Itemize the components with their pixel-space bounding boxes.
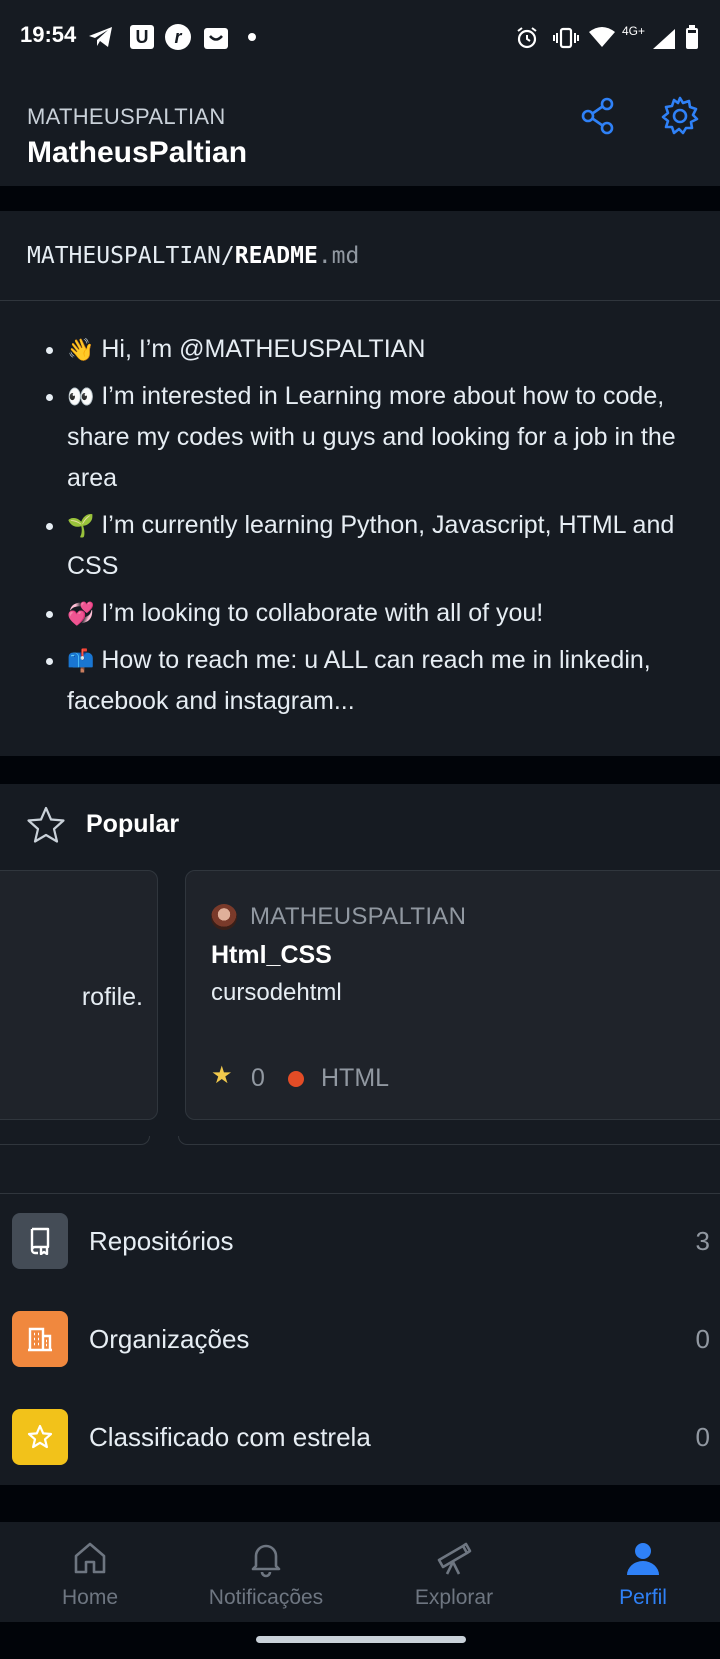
wifi-icon bbox=[589, 27, 615, 47]
repo-name: Html_CSS bbox=[211, 941, 332, 969]
bottom-navigation: Home Notificações Explorar Perfil bbox=[0, 1522, 720, 1622]
readme-item: 👀 I’m interested in Learning more about … bbox=[67, 376, 720, 499]
nav-label: Perfil bbox=[619, 1586, 667, 1609]
readme-panel: MATHEUSPALTIAN/README.md 👋 Hi, I’m @MATH… bbox=[0, 211, 720, 756]
readme-title[interactable]: MATHEUSPALTIAN/README.md bbox=[27, 243, 359, 269]
bell-icon bbox=[251, 1544, 281, 1578]
repo-card-previous[interactable]: rofile. bbox=[0, 870, 158, 1120]
repo-icon bbox=[12, 1213, 68, 1269]
network-type: 4G+ bbox=[622, 24, 646, 38]
nav-notifications[interactable]: Notificações bbox=[176, 1522, 356, 1622]
menu-item-count: 0 bbox=[695, 1422, 710, 1452]
readme-item: 📫 How to reach me: u ALL can reach me in… bbox=[67, 640, 720, 722]
nav-home[interactable]: Home bbox=[0, 1522, 180, 1622]
readme-item: 👋 Hi, I’m @MATHEUSPALTIAN bbox=[67, 329, 720, 370]
hearts-emoji: 💞️ bbox=[67, 601, 95, 626]
readme-ext: .md bbox=[317, 243, 360, 269]
menu-item-repositories[interactable]: Repositórios 3 bbox=[0, 1193, 720, 1291]
mailbox-emoji: 📫 bbox=[67, 648, 95, 673]
menu-item-label: Organizações bbox=[89, 1324, 250, 1354]
avatar bbox=[211, 904, 237, 930]
repo-description: rofile. bbox=[81, 983, 143, 1011]
menu-item-starred[interactable]: Classificado com estrela 0 bbox=[0, 1389, 720, 1487]
settings-button[interactable] bbox=[658, 94, 702, 138]
menu-item-label: Repositórios bbox=[89, 1226, 234, 1256]
language-color-dot bbox=[288, 1071, 304, 1087]
star-outline-icon bbox=[27, 806, 65, 843]
star-filled-icon: ★ bbox=[211, 1062, 233, 1089]
wave-emoji: 👋 bbox=[67, 337, 95, 362]
profile-header: MATHEUSPALTIAN MatheusPaltian bbox=[0, 76, 720, 186]
readme-item: 💞️ I’m looking to collaborate with all o… bbox=[67, 593, 720, 634]
readme-file: README bbox=[234, 243, 318, 269]
profile-menu: Repositórios 3 Organizações 0 Classifica… bbox=[0, 1193, 720, 1485]
readme-list: 👋 Hi, I’m @MATHEUSPALTIAN 👀 I’m interest… bbox=[40, 329, 720, 728]
repo-description: cursodehtml bbox=[211, 979, 342, 1006]
readme-owner: MATHEUSPALTIAN/ bbox=[27, 243, 235, 269]
home-icon bbox=[74, 1542, 106, 1574]
profile-name: MatheusPaltian bbox=[27, 136, 248, 169]
signal-icon bbox=[653, 29, 675, 49]
nav-label: Home bbox=[61, 1586, 119, 1609]
gear-icon bbox=[661, 96, 699, 135]
menu-item-organizations[interactable]: Organizações 0 bbox=[0, 1291, 720, 1389]
smile-bag-icon bbox=[204, 28, 228, 49]
menu-item-count: 3 bbox=[695, 1226, 710, 1256]
repo-card[interactable]: MATHEUSPALTIAN Html_CSS cursodehtml ★ 0 … bbox=[185, 870, 720, 1120]
more-notifications-dot bbox=[248, 33, 256, 41]
nav-profile[interactable]: Perfil bbox=[553, 1522, 720, 1622]
readme-item-text: I’m interested in Learning more about ho… bbox=[67, 382, 676, 492]
card-stack-shadow bbox=[178, 1136, 720, 1145]
u-app-icon: U bbox=[130, 25, 154, 49]
telescope-icon bbox=[437, 1542, 472, 1575]
repo-owner: MATHEUSPALTIAN bbox=[250, 903, 467, 930]
nav-label: Notificações bbox=[208, 1586, 324, 1609]
star-icon bbox=[12, 1409, 68, 1465]
telegram-icon bbox=[89, 27, 112, 47]
person-icon bbox=[627, 1543, 659, 1575]
readme-item-text: How to reach me: u ALL can reach me in l… bbox=[67, 646, 651, 715]
nav-explore[interactable]: Explorar bbox=[364, 1522, 544, 1622]
repo-language: HTML bbox=[321, 1064, 390, 1092]
profile-login: MATHEUSPALTIAN bbox=[27, 104, 226, 129]
readme-item-text: I’m currently learning Python, Javascrip… bbox=[67, 511, 675, 580]
status-bar: 19:54 U r 4G+ bbox=[0, 0, 720, 76]
gesture-bar[interactable] bbox=[256, 1636, 466, 1643]
menu-item-count: 0 bbox=[695, 1324, 710, 1354]
battery-icon bbox=[686, 25, 698, 49]
organization-icon bbox=[12, 1311, 68, 1367]
readme-item: 🌱 I’m currently learning Python, Javascr… bbox=[67, 505, 720, 587]
menu-item-label: Classificado com estrela bbox=[89, 1422, 371, 1452]
readme-item-text: I’m looking to collaborate with all of y… bbox=[101, 599, 544, 627]
seedling-emoji: 🌱 bbox=[67, 513, 95, 538]
popular-title: Popular bbox=[86, 810, 180, 838]
vibrate-icon bbox=[553, 27, 579, 49]
divider bbox=[0, 300, 720, 301]
star-count: 0 bbox=[251, 1064, 265, 1092]
r-app-icon: r bbox=[165, 24, 191, 50]
share-icon bbox=[581, 97, 614, 135]
eyes-emoji: 👀 bbox=[67, 384, 95, 409]
alarm-icon bbox=[517, 27, 537, 49]
card-stack-shadow bbox=[0, 1136, 150, 1145]
nav-label: Explorar bbox=[414, 1586, 494, 1609]
share-button[interactable] bbox=[576, 94, 620, 138]
status-time: 19:54 bbox=[20, 22, 77, 47]
readme-item-text: Hi, I’m @MATHEUSPALTIAN bbox=[101, 335, 426, 363]
